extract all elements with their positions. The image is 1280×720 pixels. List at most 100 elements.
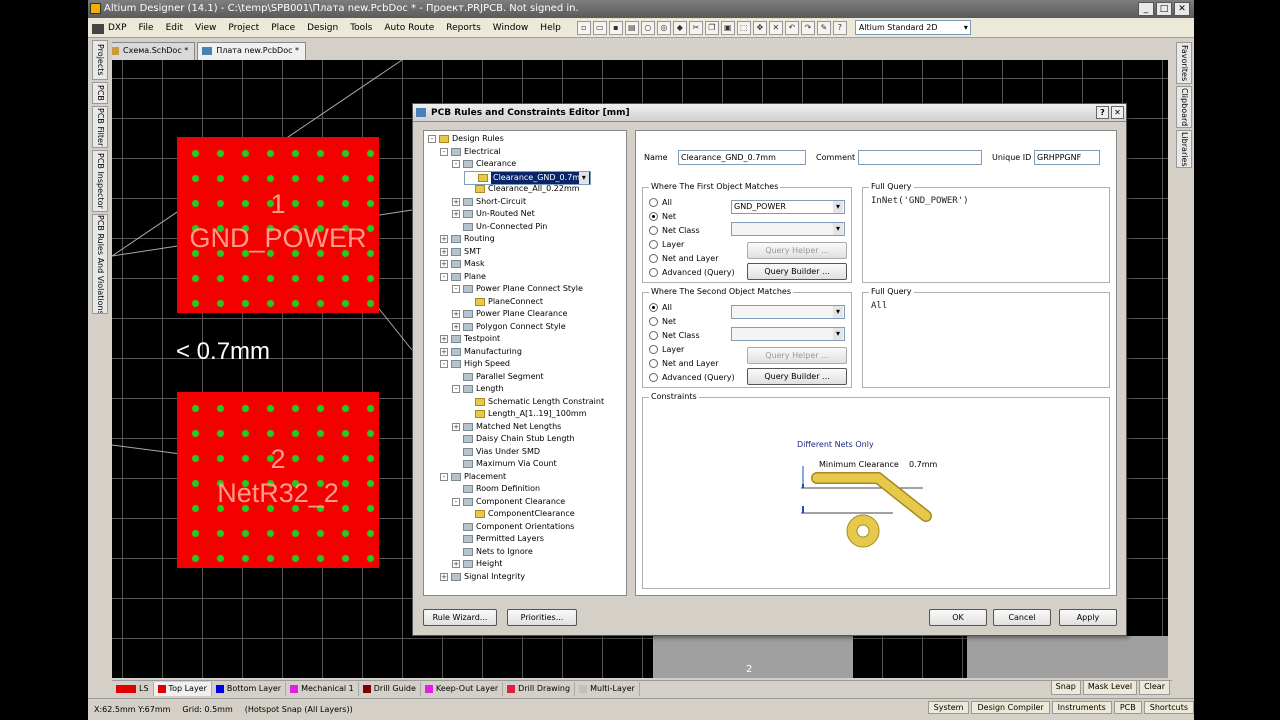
comment-field[interactable] [858,150,982,165]
tree-node[interactable]: Permitted Layers [452,533,544,545]
tree-node[interactable]: Vias Under SMD [452,446,540,458]
layer-drill-drawing[interactable]: Drill Drawing [503,681,576,696]
tree-node[interactable]: - Electrical [440,146,501,158]
redo-icon[interactable]: ↷ [800,20,815,35]
tab-pcb[interactable]: Плата new.PcbDoc * [197,42,307,60]
uid-field[interactable]: GRHPPGNF [1034,150,1100,165]
tree-node[interactable]: - High Speed [440,358,510,370]
zoom-icon[interactable]: ○ [640,20,655,35]
undo-icon[interactable]: ↶ [784,20,799,35]
save-icon[interactable]: ▪ [608,20,623,35]
panel-tab-projects[interactable]: Projects [92,40,108,80]
layer-mechanical-1[interactable]: Mechanical 1 [286,681,359,696]
rule-wizard-button[interactable]: Rule Wizard... [423,609,497,626]
menu-dxp[interactable]: DXP [88,23,133,34]
collapse-icon[interactable]: - [452,160,460,168]
paste-icon[interactable]: ▣ [720,20,735,35]
expand-icon[interactable]: + [452,560,460,568]
second-query-builder-button[interactable]: Query Builder ... [747,368,847,385]
dialog-close-button[interactable]: ✕ [1111,106,1124,119]
collapse-icon[interactable]: - [452,385,460,393]
tree-node[interactable]: + Mask [440,258,485,270]
snap-button[interactable]: Snap [1050,680,1081,695]
pcb-button[interactable]: PCB [1113,701,1142,714]
second-radio-net-and-layer[interactable]: Net and Layer [649,359,718,368]
tree-node[interactable]: + Signal Integrity [440,571,525,583]
first-radio-advanced[interactable]: Advanced (Query) [649,268,735,277]
tree-node[interactable]: Component Orientations [452,521,574,533]
first-radio-net-class[interactable]: Net Class [649,226,700,235]
first-net-select[interactable]: GND_POWER [731,200,845,214]
priorities-button[interactable]: Priorities... [507,609,577,626]
move-icon[interactable]: ✥ [752,20,767,35]
menu-auto-route[interactable]: Auto Route [378,23,440,33]
first-query-builder-button[interactable]: Query Builder ... [747,263,847,280]
tree-node[interactable]: Schematic Length Constraint [464,396,604,408]
expand-icon[interactable]: + [440,247,448,256]
second-radio-net-class[interactable]: Net Class [649,331,700,340]
menu-help[interactable]: Help [534,23,567,33]
second-radio-layer[interactable]: Layer [649,345,684,354]
second-radio-all[interactable]: All [649,303,672,312]
pad-gnd-power[interactable]: 1 GND_POWER [177,137,379,313]
tree-node[interactable]: - Component Clearance [452,496,565,508]
menu-view[interactable]: View [189,23,222,33]
new-icon[interactable]: ▫ [576,20,591,35]
menu-file[interactable]: File [133,23,160,33]
expand-icon[interactable]: + [452,210,460,218]
tree-node[interactable]: ComponentClearance [464,508,575,520]
first-query-helper-button[interactable]: Query Helper ... [747,242,847,259]
tree-node[interactable]: Nets to Ignore [452,546,533,558]
panel-tab-pcb-filter[interactable]: PCB Filter [92,106,108,148]
pad-netr32[interactable]: 2 NetR32_2 [177,392,379,568]
layer-top[interactable]: Top Layer [153,681,212,696]
menu-edit[interactable]: Edit [160,23,189,33]
collapse-icon[interactable]: - [440,472,448,481]
tree-node[interactable]: - Plane [440,271,486,283]
tab-schematic[interactable]: Схема.SchDoc * [104,42,196,60]
mask-level-button[interactable]: Mask Level [1082,680,1138,695]
shortcuts-button[interactable]: Shortcuts [1143,701,1194,714]
rules-tree[interactable]: - Design Rules - Electrical - Clearance Cleara… [423,130,627,596]
print-icon[interactable]: ▤ [624,20,639,35]
tree-node[interactable]: + SMT [440,246,481,258]
design-compiler-button[interactable]: Design Compiler [971,701,1050,714]
expand-icon[interactable]: + [440,572,448,581]
menu-place[interactable]: Place [265,23,301,33]
tree-node[interactable]: + Routing [440,233,495,245]
layer-multi[interactable]: Multi-Layer [575,681,640,696]
expand-icon[interactable]: + [440,335,448,343]
tree-node[interactable]: Daisy Chain Stub Length [452,433,575,445]
second-netclass-select[interactable] [731,327,845,341]
expand-icon[interactable]: + [452,322,460,331]
collapse-icon[interactable]: - [440,360,448,368]
tree-node[interactable]: - Design Rules [428,133,504,145]
cancel-button[interactable]: Cancel [993,609,1051,626]
second-radio-net[interactable]: Net [649,317,676,326]
close-button[interactable]: ✕ [1174,2,1190,16]
tree-node[interactable]: + Testpoint [440,333,500,345]
tree-node[interactable]: Maximum Via Count [452,458,557,470]
expand-icon[interactable]: + [452,310,460,318]
layer-bottom[interactable]: Bottom Layer [212,681,287,696]
view-config-select[interactable]: Altium Standard 2D [854,20,971,35]
tree-node[interactable]: Length_A[1..19]_100mm [464,408,587,420]
clear-button[interactable]: Clear [1139,680,1170,695]
collapse-icon[interactable]: - [440,272,448,281]
maximize-button[interactable]: □ [1156,2,1172,16]
layers-icon[interactable]: ◆ [672,20,687,35]
panel-tab-pcb-inspector[interactable]: PCB Inspector [92,150,108,212]
first-netclass-select[interactable] [731,222,845,236]
instruments-button[interactable]: Instruments [1051,701,1112,714]
panel-tab-libraries[interactable]: Libraries [1176,130,1192,168]
first-radio-net[interactable]: Net [649,212,676,221]
tree-node[interactable]: + Short-Circuit [452,196,526,208]
menu-tools[interactable]: Tools [344,23,378,33]
first-radio-layer[interactable]: Layer [649,240,684,249]
tree-node[interactable]: Parallel Segment [452,371,544,383]
tree-node[interactable]: - Placement [440,471,506,483]
tree-node[interactable]: + Power Plane Clearance [452,308,567,320]
collapse-icon[interactable]: - [440,147,448,156]
tree-node[interactable]: + Manufacturing [440,346,522,358]
copy-icon[interactable]: ❐ [704,20,719,35]
